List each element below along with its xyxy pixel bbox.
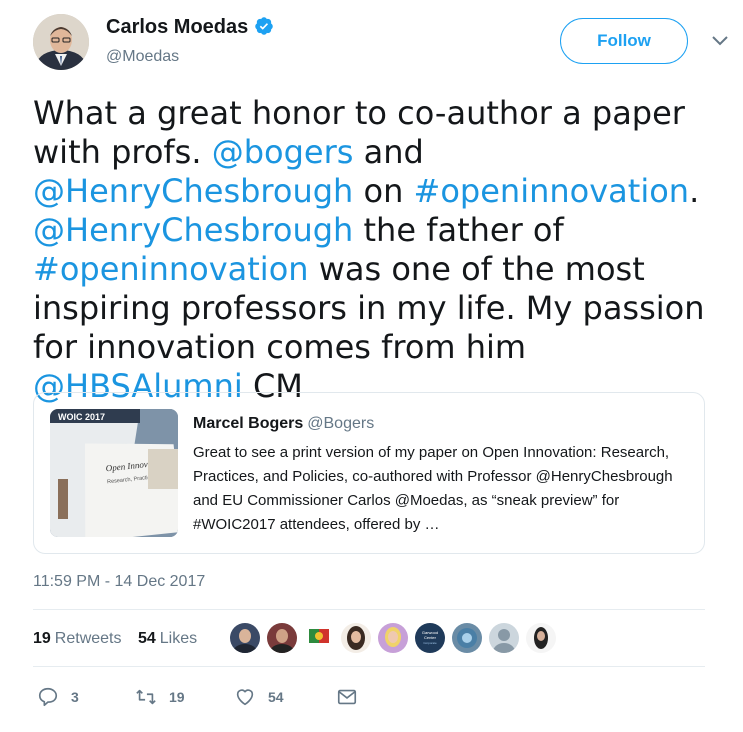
like-count: 54 xyxy=(268,689,284,705)
quoted-tweet-image[interactable]: WOIC 2017 Open Innovation Research, Prac… xyxy=(50,409,178,537)
tweet-text-segment: the father of xyxy=(353,211,564,249)
likes-stat[interactable]: 54 Likes xyxy=(138,630,197,647)
mention-link[interactable]: @HenryChesbrough xyxy=(33,211,353,249)
quoted-author-name[interactable]: Marcel Bogers xyxy=(193,415,303,432)
hashtag-link[interactable]: #openinnovation xyxy=(33,250,309,288)
liker-avatar[interactable] xyxy=(526,623,556,653)
liker-avatar[interactable] xyxy=(267,623,297,653)
quoted-tweet-text: Great to see a print version of my paper… xyxy=(193,444,673,533)
liker-avatar[interactable] xyxy=(452,623,482,653)
quoted-author[interactable]: Marcel Bogers @Bogers xyxy=(193,415,374,433)
liker-avatar[interactable] xyxy=(230,623,260,653)
author-name[interactable]: Carlos Moedas xyxy=(106,16,248,38)
retweet-button[interactable]: 19 xyxy=(135,686,185,708)
svg-text:Center: Center xyxy=(424,635,437,640)
reply-button[interactable]: 3 xyxy=(37,686,79,708)
quoted-tweet-card[interactable]: WOIC 2017 Open Innovation Research, Prac… xyxy=(33,392,705,554)
retweets-stat[interactable]: 19 Retweets xyxy=(33,630,122,647)
chevron-down-icon[interactable] xyxy=(710,34,730,48)
likes-label: Likes xyxy=(159,630,198,647)
tweet-text: What a great honor to co-author a paper … xyxy=(33,94,733,406)
mention-link[interactable]: @HenryChesbrough xyxy=(33,172,353,210)
divider xyxy=(33,666,705,667)
quoted-author-handle[interactable]: @Bogers xyxy=(307,415,374,432)
reply-icon xyxy=(38,687,58,707)
envelope-icon xyxy=(337,689,357,705)
mention-link[interactable]: @bogers xyxy=(212,133,354,171)
retweet-count: 19 xyxy=(169,689,185,705)
like-button[interactable]: 54 xyxy=(234,686,284,708)
verified-badge-icon xyxy=(255,17,274,35)
heart-icon xyxy=(236,689,254,706)
garwood-center-avatar[interactable]: Garwood Center Corporate xyxy=(415,623,445,653)
tweet-text-segment: and xyxy=(353,133,424,171)
liker-avatar[interactable] xyxy=(378,623,408,653)
retweets-count: 19 xyxy=(33,630,51,647)
paper-banner: WOIC 2017 xyxy=(58,412,105,422)
avatar-photo xyxy=(33,14,89,70)
divider xyxy=(33,609,705,610)
follow-button[interactable]: Follow xyxy=(560,18,688,64)
likes-count: 54 xyxy=(137,630,156,647)
retweet-icon xyxy=(136,689,156,705)
liker-avatar[interactable] xyxy=(304,623,334,653)
reply-count: 3 xyxy=(71,689,79,705)
hashtag-link[interactable]: #openinnovation xyxy=(414,172,690,210)
author-handle[interactable]: @Moedas xyxy=(106,48,179,66)
retweets-label: Retweets xyxy=(54,630,122,647)
direct-message-button[interactable] xyxy=(336,686,358,708)
author-name-row[interactable]: Carlos Moedas xyxy=(106,16,274,39)
author-avatar[interactable] xyxy=(33,14,89,70)
engagement-stats: 19 Retweets 54 Likes xyxy=(33,630,197,648)
svg-text:Corporate: Corporate xyxy=(423,641,437,645)
tweet-timestamp[interactable]: 11:59 PM - 14 Dec 2017 xyxy=(33,573,205,591)
liker-avatar[interactable] xyxy=(489,623,519,653)
tweet-text-segment: on xyxy=(353,172,414,210)
liker-avatar[interactable] xyxy=(341,623,371,653)
tweet-text-segment: . xyxy=(689,172,700,210)
paper-photo: WOIC 2017 Open Innovation Research, Prac… xyxy=(50,409,178,537)
